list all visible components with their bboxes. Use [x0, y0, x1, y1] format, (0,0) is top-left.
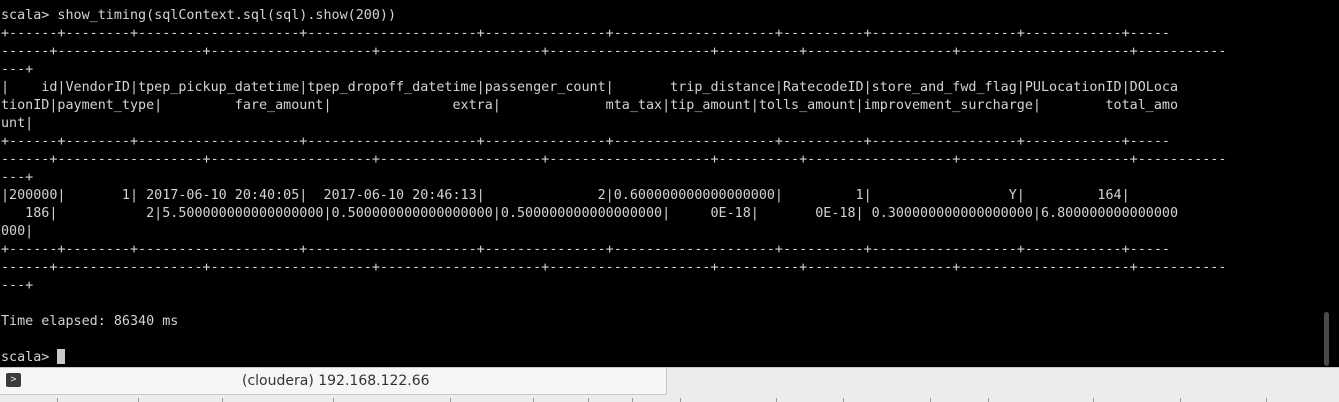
session-label: (cloudera) 192.168.122.66 — [242, 373, 430, 389]
terminal-line: 186| 2|5.500000000000000000|0.5000000000… — [1, 206, 1179, 221]
status-tick — [1266, 398, 1267, 402]
status-tick — [988, 398, 989, 402]
terminal-output: scala> show_timing(sqlContext.sql(sql).s… — [1, 7, 1226, 367]
terminal-line: | id|VendorID|tpep_pickup_datetime|tpep_… — [1, 80, 1179, 95]
terminal-scrollbar[interactable] — [1316, 0, 1339, 367]
terminal-line: +------+--------+--------------------+--… — [1, 134, 1170, 149]
terminal-line: 000| — [1, 224, 34, 239]
terminal-line: ------+------------------+--------------… — [1, 152, 1227, 167]
status-tick — [333, 398, 334, 402]
scrollbar-thumb[interactable] — [1324, 312, 1329, 366]
terminal-line: ---+ — [1, 170, 34, 185]
status-tick — [450, 398, 451, 402]
terminal-line: scala> show_timing(sqlContext.sql(sql).s… — [1, 8, 397, 23]
terminal-line: Time elapsed: 86340 ms — [1, 314, 179, 329]
status-bar: > (cloudera) 192.168.122.66 — [0, 367, 1339, 402]
status-tick — [57, 398, 58, 402]
status-tick — [138, 398, 139, 402]
status-tick — [222, 398, 223, 402]
session-tab[interactable]: > (cloudera) 192.168.122.66 — [0, 368, 667, 395]
terminal-line: tionID|payment_type| fare_amount| extra|… — [1, 98, 1179, 113]
terminal-line: unt| — [1, 116, 34, 131]
terminal-line: +------+--------+--------------------+--… — [1, 242, 1170, 257]
status-tick — [776, 398, 777, 402]
status-tick — [930, 398, 931, 402]
status-tick — [843, 398, 844, 402]
terminal-line: |200000| 1| 2017-06-10 20:40:05| 2017-06… — [1, 188, 1130, 203]
terminal-line: ------+------------------+--------------… — [1, 260, 1227, 275]
status-tick — [588, 398, 589, 402]
text-cursor — [57, 349, 66, 364]
terminal-line: ---+ — [1, 278, 34, 293]
terminal-line: ------+------------------+--------------… — [1, 44, 1227, 59]
status-bar-ticks — [0, 398, 1339, 402]
status-tick — [533, 398, 534, 402]
shell-prompt: scala> — [1, 350, 58, 365]
terminal-icon: > — [6, 373, 21, 387]
status-tick — [632, 398, 633, 402]
status-tick — [1093, 398, 1094, 402]
terminal-line: ---+ — [1, 62, 34, 77]
status-tick — [1180, 398, 1181, 402]
status-tick — [680, 398, 681, 402]
terminal-line: +------+--------+--------------------+--… — [1, 26, 1170, 41]
terminal-window[interactable]: scala> show_timing(sqlContext.sql(sql).s… — [0, 0, 1316, 367]
